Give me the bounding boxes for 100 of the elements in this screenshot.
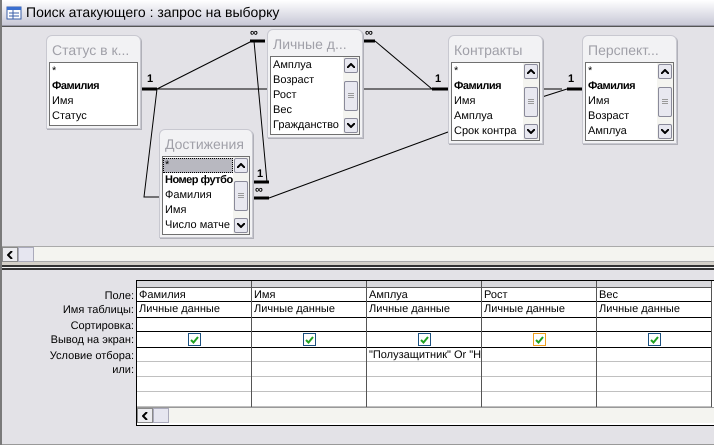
field-item[interactable]: Имя <box>586 94 657 109</box>
check-icon <box>304 336 314 344</box>
field-item[interactable]: Фамилия <box>452 79 523 94</box>
scroll-thumb[interactable] <box>344 80 358 110</box>
join-mark: ∞ <box>255 184 263 196</box>
grip-icon <box>662 99 668 104</box>
vertical-scrollbar[interactable] <box>523 63 539 140</box>
vertical-scrollbar[interactable] <box>657 63 673 140</box>
check-icon <box>534 336 544 344</box>
scroll-thumb[interactable] <box>658 86 672 116</box>
show-checkbox[interactable] <box>648 333 660 346</box>
show-checkbox[interactable] <box>418 333 430 346</box>
table-window[interactable]: Достижения * Номер футбо Фамилия Имя Число матче <box>159 129 253 238</box>
column-selector[interactable] <box>367 281 481 288</box>
scroll-up-button[interactable] <box>234 158 248 173</box>
show-checkbox[interactable] <box>302 333 316 346</box>
scroll-up-button[interactable] <box>524 64 538 79</box>
criteria-cell[interactable]: "Полузащитник" Or "H <box>367 348 481 362</box>
join-mark: 1 <box>147 73 154 85</box>
field-item[interactable]: * <box>163 158 233 173</box>
join-mark: 1 <box>257 168 264 180</box>
table-window[interactable]: Личные д... Амплуа Возраст Рост Вес Гражданство <box>267 29 363 138</box>
vertical-scrollbar[interactable] <box>233 157 249 234</box>
field-item[interactable]: * <box>586 64 657 79</box>
scroll-thumb[interactable] <box>153 408 169 423</box>
table-window[interactable]: Перспект... * Фамилия Имя Возраст Амплуа <box>582 35 677 144</box>
field-cell[interactable]: Амплуа <box>367 288 481 302</box>
field-item[interactable]: Амплуа <box>586 124 657 139</box>
field-cell[interactable]: Вес <box>597 288 711 302</box>
join-mark: 1 <box>435 73 442 85</box>
field-item[interactable]: Срок контра <box>452 124 523 139</box>
field-item[interactable]: Амплуа <box>452 109 523 124</box>
table-name-cell[interactable]: Личные данные <box>252 302 366 318</box>
field-item[interactable]: Фамилия <box>586 79 657 94</box>
grip-icon <box>528 99 534 104</box>
row-label: Вывод на экран: <box>50 333 134 348</box>
table-title: Контракты <box>453 40 524 60</box>
field-item[interactable]: Имя <box>452 94 523 109</box>
horizontal-scrollbar[interactable] <box>2 246 714 262</box>
scroll-down-button[interactable] <box>234 218 248 233</box>
scroll-left-button[interactable] <box>2 247 18 262</box>
field-item[interactable]: Вес <box>271 103 343 118</box>
scroll-thumb[interactable] <box>234 180 248 210</box>
field-item[interactable]: Амплуа <box>271 58 343 73</box>
row-label: Поле: <box>104 289 134 303</box>
field-item[interactable]: Имя <box>50 94 137 109</box>
field-cell[interactable]: Имя <box>252 288 366 302</box>
check-icon <box>190 336 198 344</box>
check-icon <box>650 336 658 344</box>
show-checkbox[interactable] <box>532 333 546 346</box>
table-name-cell[interactable]: Личные данные <box>482 302 596 318</box>
table-title: Статус в к... <box>51 40 130 60</box>
table-name-cell[interactable]: Личные данные <box>367 302 481 318</box>
table-title: Личные д... <box>272 34 348 54</box>
field-item[interactable]: * <box>452 64 523 79</box>
table-window[interactable]: Статус в к... * Фамилия Имя Статус <box>46 35 141 129</box>
column-selector[interactable] <box>137 281 251 288</box>
scroll-thumb[interactable] <box>18 247 34 262</box>
scroll-down-button[interactable] <box>344 118 358 133</box>
field-item[interactable]: Фамилия <box>50 79 137 94</box>
scroll-up-button[interactable] <box>344 58 358 73</box>
field-item[interactable]: Статус <box>50 109 137 124</box>
window-title: Поиск атакующего : запрос на выборку <box>26 3 280 22</box>
field-item[interactable]: Номер футбо <box>163 173 233 188</box>
field-item[interactable]: Рост <box>271 88 343 103</box>
scroll-up-button[interactable] <box>658 64 672 79</box>
field-cell[interactable]: Фамилия <box>137 288 251 302</box>
join-mark: 1 <box>568 73 574 85</box>
vertical-scrollbar[interactable] <box>343 57 359 134</box>
field-cell[interactable]: Рост <box>482 288 596 302</box>
row-label: или: <box>112 363 134 378</box>
field-item[interactable]: Фамилия <box>163 188 233 203</box>
table-window[interactable]: Контракты * Фамилия Имя Амплуа Срок контра <box>448 35 543 144</box>
field-item[interactable]: Возраст <box>271 73 343 88</box>
column-selector[interactable] <box>597 281 711 288</box>
field-item[interactable]: Число матче <box>163 218 233 233</box>
scroll-thumb[interactable] <box>524 86 538 116</box>
field-item[interactable]: Возраст <box>586 109 657 124</box>
join-mark: ∞ <box>250 27 258 39</box>
row-label: Имя таблицы: <box>62 303 134 318</box>
scroll-down-button[interactable] <box>658 124 672 139</box>
check-icon <box>420 336 428 344</box>
table-name-cell[interactable]: Личные данные <box>597 302 711 318</box>
field-item[interactable]: * <box>50 64 137 79</box>
grid-scrollbar[interactable] <box>137 407 714 423</box>
grip-icon <box>238 193 244 198</box>
grip-icon <box>348 93 354 98</box>
join-mark: ∞ <box>365 27 373 39</box>
scroll-down-button[interactable] <box>524 124 538 139</box>
query-icon <box>6 6 22 20</box>
field-item[interactable]: Гражданство <box>271 118 343 133</box>
table-name-cell[interactable]: Личные данные <box>137 302 251 318</box>
column-selector[interactable] <box>252 281 366 288</box>
table-title: Перспект... <box>587 40 660 60</box>
field-item[interactable]: Имя <box>163 203 233 218</box>
row-label: Сортировка: <box>70 319 134 333</box>
show-checkbox[interactable] <box>188 333 200 346</box>
relationship-line <box>542 88 582 98</box>
scroll-left-button[interactable] <box>137 408 153 423</box>
column-selector[interactable] <box>482 281 596 288</box>
